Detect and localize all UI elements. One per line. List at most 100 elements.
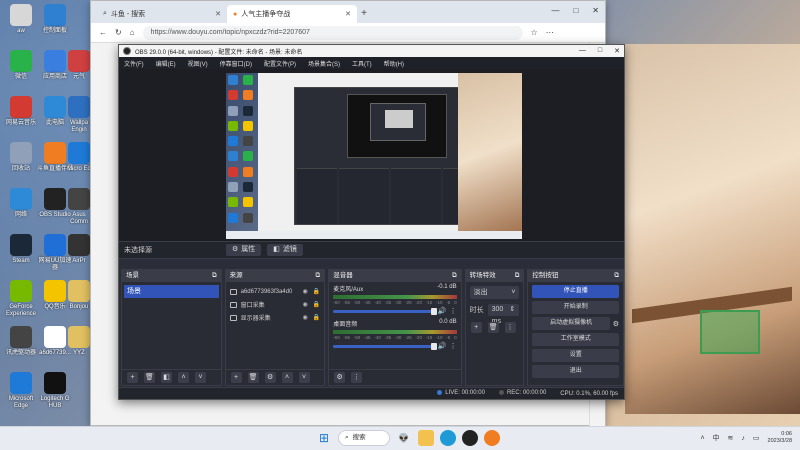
close-tab-icon[interactable]: ✕ — [345, 10, 351, 18]
menu-item[interactable]: 场景集合(S) — [308, 59, 340, 68]
desktop-icon[interactable]: Steam — [2, 234, 40, 265]
alienware-icon[interactable]: 👽 — [396, 430, 412, 446]
battery-icon[interactable]: ▭ — [753, 434, 760, 442]
taskbar-search[interactable]: ⌕ 搜索 — [338, 430, 390, 446]
desktop-icon[interactable]: 元气 — [66, 50, 92, 81]
desktop-icon[interactable]: Micro Ed — [66, 142, 92, 173]
close-button[interactable]: ✕ — [614, 47, 620, 55]
menu-item[interactable]: 配置文件(P) — [264, 59, 296, 68]
stream-preview[interactable] — [226, 73, 522, 239]
source-item[interactable]: 窗口采集 ◉ 🔒 — [226, 298, 325, 311]
url-input[interactable]: https://www.douyu.com/topic/npxczdz?rid=… — [142, 25, 523, 40]
desktop-icon[interactable]: GeForce Experience — [2, 280, 40, 318]
desktop-icon[interactable]: Wallpa Engin — [66, 96, 92, 134]
chevron-down-icon[interactable]: ˅ — [195, 372, 206, 383]
lock-icon[interactable]: 🔒 — [313, 288, 320, 295]
advanced-audio-icon[interactable]: ⚙ — [334, 372, 346, 383]
desktop-icon[interactable]: aw — [2, 4, 40, 35]
start-virtual-camera-button[interactable]: 启动虚拟摄像机 — [532, 317, 610, 330]
obs-icon[interactable] — [462, 430, 478, 446]
filters-button[interactable]: ◧ 滤镜 — [267, 244, 303, 256]
start-recording-button[interactable]: 开始录制 — [532, 301, 620, 314]
more-icon[interactable]: ⋯ — [546, 28, 554, 37]
windows-start-icon[interactable]: ⊞ — [316, 430, 332, 446]
volume-slider[interactable] — [333, 342, 437, 350]
exit-button[interactable]: 退出 — [532, 365, 620, 378]
maximize-button[interactable]: □ — [598, 47, 602, 55]
chevron-up-icon[interactable]: ˄ — [178, 372, 189, 383]
wifi-icon[interactable]: ≋ — [728, 434, 734, 442]
volume-icon[interactable]: 🔊 — [438, 342, 447, 350]
more-icon[interactable]: ⋮ — [504, 322, 516, 333]
desktop-icon[interactable]: AirPr — [66, 234, 92, 265]
desktop-icon[interactable]: 回收站 — [2, 142, 40, 173]
edge-icon[interactable] — [440, 430, 456, 446]
new-tab-button[interactable]: + — [357, 5, 371, 23]
gear-icon[interactable]: ⚙ — [264, 372, 276, 383]
browser-tab-active[interactable]: ● 人气主播争夺战 ✕ — [227, 5, 357, 23]
more-icon[interactable]: ⋮ — [450, 307, 457, 315]
add-icon[interactable]: + — [230, 372, 242, 383]
chevron-up-icon[interactable]: ˄ — [281, 372, 293, 383]
desktop-icon[interactable]: 控制面板 — [36, 4, 74, 35]
lang-indicator[interactable]: 中 — [713, 433, 720, 443]
settings-button[interactable]: 设置 — [532, 349, 620, 362]
desktop-icon[interactable]: 网络 — [2, 188, 40, 219]
slider-handle[interactable] — [430, 307, 437, 315]
duration-input[interactable]: 300 ms ⇕ — [487, 304, 520, 325]
home-icon[interactable]: ⌂ — [130, 28, 135, 37]
undock-icon[interactable]: ⧉ — [515, 270, 520, 282]
volume-slider[interactable] — [333, 307, 437, 315]
undock-icon[interactable]: ⧉ — [316, 270, 321, 282]
transition-select[interactable]: 淡出 ˅ — [469, 286, 520, 299]
desktop-icon[interactable]: 网易云音乐 — [2, 96, 40, 127]
eye-icon[interactable]: ◉ — [302, 288, 307, 295]
desktop-icon[interactable]: YYZ — [66, 326, 92, 357]
clock[interactable]: 0:06 2023/3/28 — [768, 431, 792, 445]
gear-icon[interactable]: ⚙ — [613, 320, 619, 328]
desktop-icon[interactable]: Logitech G HUB — [36, 372, 74, 410]
menu-item[interactable]: 文件(F) — [124, 59, 144, 68]
desktop-icon[interactable]: Bonjou — [66, 280, 92, 311]
desktop-icon[interactable]: 微信 — [2, 50, 40, 81]
stepper-icon[interactable]: ⇕ — [510, 304, 516, 316]
douyu-icon[interactable] — [484, 430, 500, 446]
lock-icon[interactable]: 🔒 — [313, 301, 320, 308]
trash-icon[interactable]: 🗑 — [487, 322, 499, 333]
more-icon[interactable]: ⋮ — [351, 372, 363, 383]
add-icon[interactable]: + — [470, 322, 482, 333]
add-icon[interactable]: + — [127, 372, 138, 383]
minimize-button[interactable]: — — [551, 6, 559, 15]
chevron-down-icon[interactable]: ˅ — [298, 372, 310, 383]
eye-icon[interactable]: ◉ — [302, 301, 307, 308]
trash-icon[interactable]: 🗑 — [247, 372, 259, 383]
properties-button[interactable]: ⚙ 属性 — [226, 244, 262, 256]
scene-item[interactable]: 场景 — [124, 285, 219, 298]
volume-icon[interactable]: 🔊 — [438, 307, 447, 315]
close-tab-icon[interactable]: ✕ — [215, 10, 221, 18]
favorite-icon[interactable]: ☆ — [531, 28, 538, 37]
eye-icon[interactable]: ◉ — [302, 314, 307, 321]
studio-mode-button[interactable]: 工作室模式 — [532, 333, 620, 346]
file-explorer-icon[interactable] — [418, 430, 434, 446]
volume-icon[interactable]: ♪ — [741, 435, 745, 442]
undock-icon[interactable]: ⧉ — [452, 270, 457, 282]
menu-item[interactable]: 工具(T) — [352, 59, 372, 68]
back-icon[interactable]: ← — [99, 28, 107, 37]
undock-icon[interactable]: ⧉ — [212, 270, 217, 282]
trash-icon[interactable]: 🗑 — [144, 372, 155, 383]
maximize-button[interactable]: □ — [573, 6, 578, 15]
menu-item[interactable]: 编辑(E) — [156, 59, 176, 68]
undock-icon[interactable]: ⧉ — [614, 270, 619, 282]
more-icon[interactable]: ⋮ — [450, 342, 457, 350]
menu-item[interactable]: 停靠窗口(D) — [220, 59, 252, 68]
desktop-icon[interactable]: 讯虎驱动器 — [2, 326, 40, 357]
menu-item[interactable]: 视图(V) — [188, 59, 208, 68]
source-item[interactable]: 显示器采集 ◉ 🔒 — [226, 311, 325, 324]
desktop-icon[interactable]: Asus Comm — [66, 188, 92, 226]
slider-handle[interactable] — [430, 342, 437, 350]
browser-tab[interactable]: ⌕ 斗鱼 - 搜索 ✕ — [97, 5, 227, 23]
refresh-icon[interactable]: ↻ — [115, 28, 122, 37]
close-button[interactable]: ✕ — [592, 6, 599, 15]
chevron-up-icon[interactable]: ˄ — [700, 435, 704, 442]
